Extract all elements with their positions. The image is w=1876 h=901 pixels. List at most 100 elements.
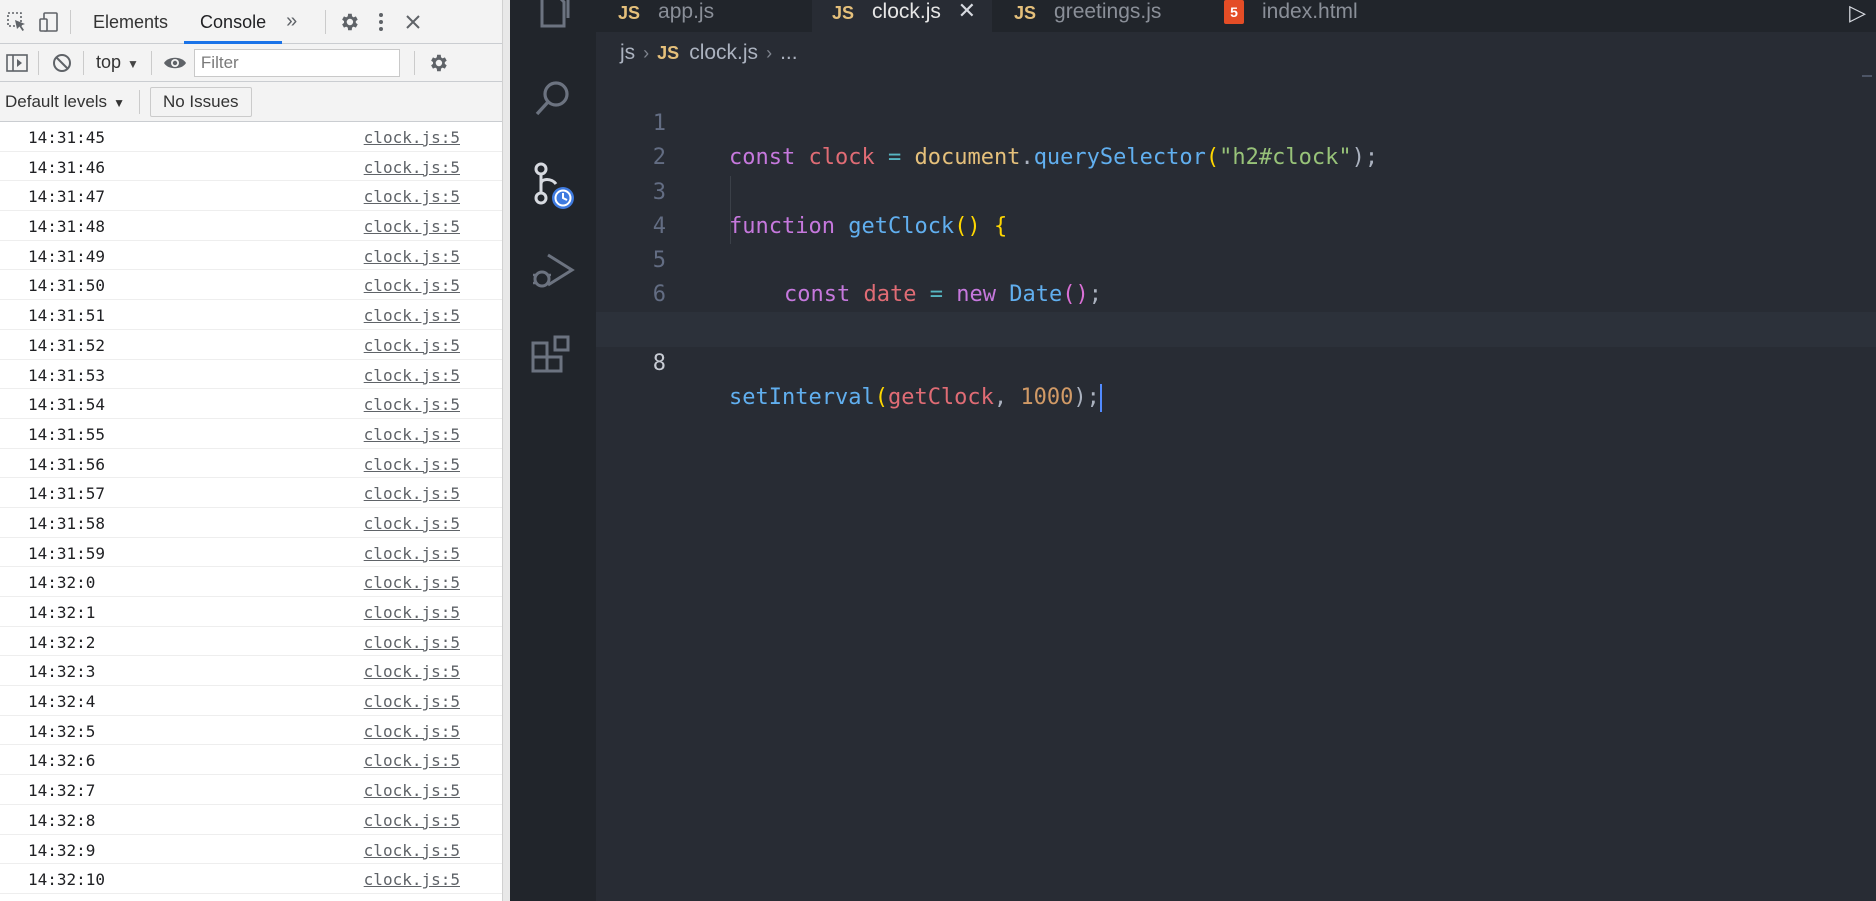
tab-console[interactable]: Console: [184, 0, 283, 44]
console-source-link[interactable]: clock.js:5: [364, 692, 460, 711]
js-file-icon: JS: [657, 42, 680, 63]
console-message: 14:31:59 clock.js:5: [0, 538, 502, 568]
console-source-link[interactable]: clock.js:5: [364, 128, 460, 147]
console-source-link[interactable]: clock.js:5: [364, 366, 460, 385]
console-message: 14:31:54 clock.js:5: [0, 389, 502, 419]
console-source-link[interactable]: clock.js:5: [364, 841, 460, 860]
code-area[interactable]: 1 const clock = document.querySelector("…: [596, 73, 1876, 412]
editor-tab-app-js[interactable]: JS app.js: [596, 0, 812, 32]
console-source-link[interactable]: clock.js:5: [364, 455, 460, 474]
console-message-text: 14:32:10: [28, 870, 106, 890]
caret-down-icon: ▼: [127, 57, 139, 71]
console-message-text: 14:31:45: [28, 128, 106, 147]
code-line[interactable]: 3 function getClock() {: [596, 141, 1876, 239]
console-source-link[interactable]: clock.js:5: [364, 395, 460, 414]
gear-icon[interactable]: [334, 7, 364, 37]
run-debug-icon[interactable]: [528, 245, 578, 295]
console-message-text: 14:31:54: [28, 395, 106, 415]
explorer-icon[interactable]: [528, 0, 578, 36]
editor-tab-greetings-js[interactable]: JS greetings.js: [992, 0, 1206, 32]
console-source-link[interactable]: clock.js:5: [364, 781, 460, 800]
console-source-link[interactable]: clock.js:5: [364, 544, 460, 563]
more-options-icon[interactable]: [366, 7, 396, 37]
run-icon[interactable]: ▷: [1849, 0, 1866, 26]
breadcrumb-folder[interactable]: js: [620, 41, 635, 65]
console-message: 14:31:49 clock.js:5: [0, 241, 502, 271]
console-message-text: 14:31:57: [28, 484, 106, 504]
console-source-link[interactable]: clock.js:5: [364, 662, 460, 681]
console-message-text: 14:32:4: [28, 692, 96, 712]
console-message-text: 14:32:0: [28, 573, 96, 593]
console-source-link[interactable]: clock.js:5: [364, 514, 460, 533]
js-file-icon: JS: [1014, 3, 1037, 23]
console-message-text: 14:31:47: [28, 187, 106, 207]
console-source-link[interactable]: clock.js:5: [364, 811, 460, 830]
breadcrumb-file[interactable]: clock.js: [689, 41, 758, 65]
code-line-current[interactable]: 8 setInterval(getClock, 1000);: [596, 312, 1876, 412]
console-message-text: 14:31:49: [28, 246, 106, 266]
source-control-icon[interactable]: [528, 160, 578, 210]
code-line[interactable]: 6 }: [596, 244, 1876, 341]
console-message-text: 14:32:6: [28, 751, 96, 771]
devtools-tab-bar: Elements Console »: [0, 0, 502, 44]
console-settings-icon[interactable]: [423, 48, 453, 78]
log-levels-dropdown[interactable]: Default levels ▼: [0, 92, 125, 112]
inspect-element-icon[interactable]: [2, 7, 32, 37]
activity-bar: [510, 0, 596, 901]
console-message: 14:32:4 clock.js:5: [0, 686, 502, 716]
breadcrumb: js › JS clock.js › ...: [620, 38, 798, 68]
close-tab-icon[interactable]: ✕: [958, 0, 976, 24]
console-message: 14:32:5 clock.js:5: [0, 716, 502, 746]
console-source-link[interactable]: clock.js:5: [364, 573, 460, 592]
clear-console-icon[interactable]: [47, 48, 77, 78]
context-selector-label: top: [96, 52, 122, 72]
more-tabs-icon[interactable]: »: [286, 10, 297, 33]
console-message: 14:32:1 clock.js:5: [0, 597, 502, 627]
console-message: 14:31:48 clock.js:5: [0, 211, 502, 241]
console-source-link[interactable]: clock.js:5: [364, 484, 460, 503]
issues-button[interactable]: No Issues: [149, 86, 252, 117]
code-line[interactable]: 2: [596, 107, 1876, 170]
console-message: 14:31:56 clock.js:5: [0, 449, 502, 479]
console-source-link[interactable]: clock.js:5: [364, 217, 460, 236]
console-filter-input[interactable]: [193, 48, 400, 77]
console-source-link[interactable]: clock.js:5: [364, 751, 460, 770]
editor-tab-index-html[interactable]: 5 index.html: [1206, 0, 1432, 32]
console-message: 14:31:52 clock.js:5: [0, 330, 502, 360]
code-line[interactable]: 4 const date = new Date();: [596, 175, 1876, 307]
console-source-link[interactable]: clock.js:5: [364, 158, 460, 177]
breadcrumb-symbols[interactable]: ...: [780, 41, 798, 65]
console-source-link[interactable]: clock.js:5: [364, 187, 460, 206]
extensions-icon[interactable]: [528, 333, 578, 383]
console-source-link[interactable]: clock.js:5: [364, 247, 460, 266]
console-source-link[interactable]: clock.js:5: [364, 306, 460, 325]
log-levels-label: Default levels: [5, 91, 108, 111]
tab-elements[interactable]: Elements: [77, 0, 184, 44]
context-selector[interactable]: top ▼: [90, 52, 145, 73]
console-message-text: 14:31:52: [28, 335, 106, 355]
toolbar-divider: [325, 9, 327, 34]
editor-tab-clock-js[interactable]: JS clock.js ✕: [812, 0, 992, 32]
console-source-link[interactable]: clock.js:5: [364, 870, 460, 889]
code-line[interactable]: 1 const clock = document.querySelector("…: [596, 73, 1876, 170]
text-cursor: [1099, 383, 1102, 412]
console-source-link[interactable]: clock.js:5: [364, 722, 460, 741]
close-icon[interactable]: [398, 7, 428, 37]
code-line[interactable]: 5 console.log(`${date.getHours()}:${date…: [596, 209, 1876, 341]
console-source-link[interactable]: clock.js:5: [364, 603, 460, 622]
console-message: 14:32:2 clock.js:5: [0, 627, 502, 657]
console-source-link[interactable]: clock.js:5: [364, 336, 460, 355]
device-toolbar-icon[interactable]: [34, 7, 64, 37]
console-source-link[interactable]: clock.js:5: [364, 276, 460, 295]
sidebar-toggle-icon[interactable]: [2, 48, 32, 78]
search-icon[interactable]: [528, 74, 578, 124]
console-message-text: 14:32:5: [28, 721, 96, 741]
console-source-link[interactable]: clock.js:5: [364, 633, 460, 652]
console-message: 14:31:57 clock.js:5: [0, 478, 502, 508]
console-source-link[interactable]: clock.js:5: [364, 425, 460, 444]
console-message: 14:31:51 clock.js:5: [0, 300, 502, 330]
console-message: 14:31:50 clock.js:5: [0, 270, 502, 301]
code-line[interactable]: 7: [596, 278, 1876, 341]
eye-icon[interactable]: [160, 48, 190, 78]
toolbar-divider: [38, 50, 39, 75]
